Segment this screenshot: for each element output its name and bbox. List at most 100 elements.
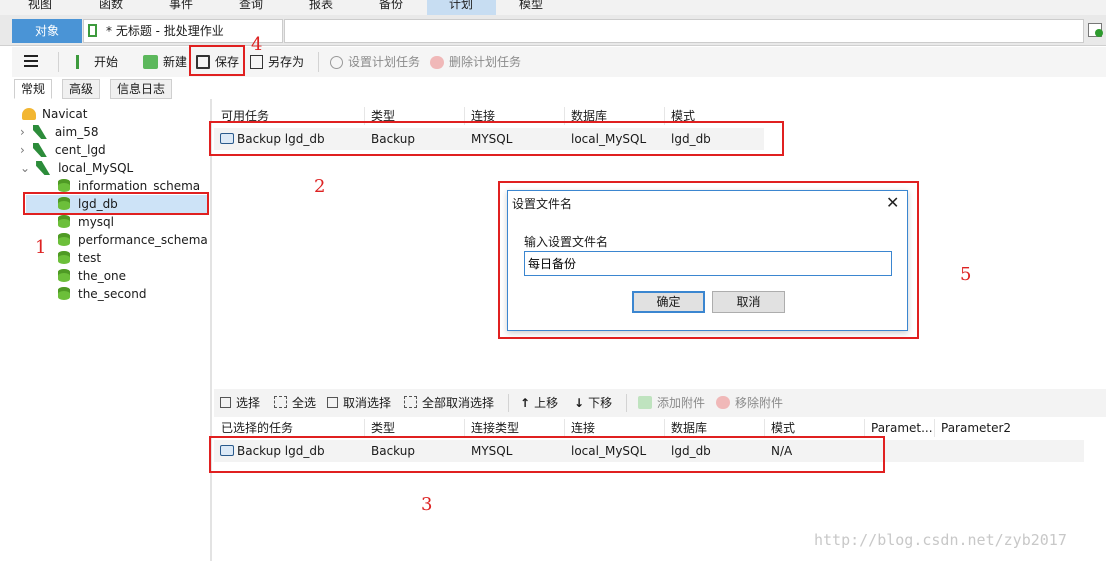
tree-database-label: the_second (78, 287, 147, 301)
mysql-connection-icon (32, 143, 47, 157)
move-up-label: 上移 (534, 396, 559, 410)
tree-database-label: information_schema (78, 179, 201, 193)
start-button[interactable]: 开始 (76, 53, 118, 71)
tree-connection-label: local_MySQL (58, 161, 134, 175)
annotation-number-3: 3 (421, 494, 433, 515)
tree-database-performance-schema[interactable]: performance_schema (58, 231, 208, 249)
column-header[interactable]: 数据库 (671, 419, 707, 437)
clock-icon (330, 56, 343, 69)
deselect-all-button[interactable]: 全部取消选择 (404, 394, 494, 412)
tree-database-label: test (78, 251, 102, 265)
column-divider (864, 419, 865, 437)
tree-database-the-one[interactable]: the_one (58, 267, 126, 285)
tree-root-navicat[interactable]: Navicat (22, 105, 87, 123)
column-divider (764, 419, 765, 437)
tab-advanced[interactable]: 高级 (62, 79, 101, 99)
move-down-button[interactable]: ↓ 下移 (574, 394, 612, 412)
menu-schedule[interactable]: 计划 (449, 0, 473, 12)
annotation-box-3 (209, 436, 885, 473)
chevron-right-icon: › (20, 125, 25, 139)
mysql-connection-icon (32, 125, 47, 139)
menu-functions[interactable]: 函数 (99, 0, 123, 12)
new-icon (143, 55, 158, 69)
arrow-up-icon: ↑ (520, 396, 531, 410)
column-header[interactable]: 模式 (771, 419, 795, 437)
move-down-label: 下移 (588, 396, 613, 410)
start-label: 开始 (94, 55, 119, 69)
column-header[interactable]: 连接类型 (471, 419, 519, 437)
delete-schedule-button[interactable]: 删除计划任务 (430, 53, 521, 71)
column-header[interactable]: Parameter2 (941, 419, 1011, 437)
selected-tasks-header: 已选择的任务 类型 连接类型 连接 数据库 模式 Paramet... Para… (214, 419, 1106, 437)
save-as-icon (250, 55, 263, 69)
menu-bar: 视图 函数 事件 查询 报表 备份 计划 模型 (0, 0, 1106, 15)
batch-job-icon (88, 24, 97, 37)
tree-root-label: Navicat (42, 107, 88, 121)
column-divider (564, 419, 565, 437)
new-button[interactable]: 新建 (143, 53, 187, 71)
annotation-box-5 (498, 181, 919, 339)
new-label: 新建 (163, 55, 188, 69)
navicat-icon (22, 108, 36, 120)
set-schedule-button[interactable]: 设置计划任务 (330, 53, 420, 71)
column-header[interactable]: 连接 (571, 419, 595, 437)
menu-view[interactable]: 视图 (28, 0, 52, 12)
select-button[interactable]: 选择 (220, 394, 260, 412)
tree-database-mysql[interactable]: mysql (58, 213, 114, 231)
deselect-icon (327, 397, 338, 408)
tree-database-the-second[interactable]: the_second (58, 285, 147, 303)
hamburger-menu-icon[interactable] (24, 55, 38, 67)
deselect-all-label: 全部取消选择 (422, 396, 495, 410)
remove-attachment-button[interactable]: 移除附件 (716, 394, 783, 412)
add-attachment-label: 添加附件 (657, 396, 706, 410)
chevron-down-icon: ⌄ (20, 161, 31, 175)
menu-backup[interactable]: 备份 (379, 0, 403, 12)
menu-reports[interactable]: 报表 (309, 0, 333, 12)
tab-objects[interactable]: 对象 (12, 19, 82, 43)
delete-schedule-icon (430, 56, 444, 69)
save-as-button[interactable]: 另存为 (250, 53, 304, 71)
arrow-down-icon: ↓ (574, 396, 585, 410)
tree-database-test[interactable]: test (58, 249, 101, 267)
watermark-text: http://blog.csdn.net/zyb2017 (814, 531, 1067, 549)
database-icon (58, 233, 70, 246)
deselect-label: 取消选择 (343, 396, 392, 410)
mysql-connection-icon (36, 161, 51, 175)
move-up-button[interactable]: ↑ 上移 (520, 394, 558, 412)
menu-model[interactable]: 模型 (519, 0, 543, 12)
select-all-icon (274, 396, 287, 408)
tree-connection-aim58[interactable]: › aim_58 (20, 123, 98, 141)
tree-connection-cent-lgd[interactable]: › cent_lgd (20, 141, 106, 159)
annotation-number-1: 1 (35, 237, 47, 258)
menu-events[interactable]: 事件 (169, 0, 193, 12)
tree-connection-label: aim_58 (54, 125, 99, 139)
add-object-icon[interactable] (1088, 23, 1103, 37)
select-label: 选择 (236, 396, 261, 410)
deselect-button[interactable]: 取消选择 (327, 394, 391, 412)
tab-message-log[interactable]: 信息日志 (110, 79, 173, 99)
document-tab-row: 对象 * 无标题 - 批处理作业 (0, 15, 1106, 46)
selection-toolbar: 选择 全选 取消选择 全部取消选择 ↑ 上移 ↓ 下移 添加附件 移除附件 (214, 389, 1106, 417)
tree-connection-local-mysql[interactable]: ⌄ local_MySQL (20, 159, 133, 177)
add-attachment-button[interactable]: 添加附件 (638, 394, 705, 412)
remove-attachment-label: 移除附件 (735, 396, 784, 410)
tree-database-label: performance_schema (78, 233, 208, 247)
column-header[interactable]: Paramet... (871, 419, 933, 437)
menu-queries[interactable]: 查询 (239, 0, 263, 12)
toolbar-separator (58, 52, 59, 72)
deselect-all-icon (404, 396, 417, 408)
column-header[interactable]: 已选择的任务 (221, 419, 293, 437)
select-all-button[interactable]: 全选 (274, 394, 316, 412)
toolbar-separator (508, 394, 509, 412)
tree-database-label: the_one (78, 269, 127, 283)
database-icon (58, 251, 70, 264)
tab-general[interactable]: 常规 (14, 79, 53, 99)
annotation-number-4: 4 (251, 34, 263, 55)
column-divider (464, 419, 465, 437)
start-icon (76, 55, 88, 69)
tab-strip-empty (284, 19, 1084, 43)
database-icon (58, 179, 70, 192)
column-header[interactable]: 类型 (371, 419, 395, 437)
toolbar-separator (626, 394, 627, 412)
tree-connection-label: cent_lgd (54, 143, 106, 157)
